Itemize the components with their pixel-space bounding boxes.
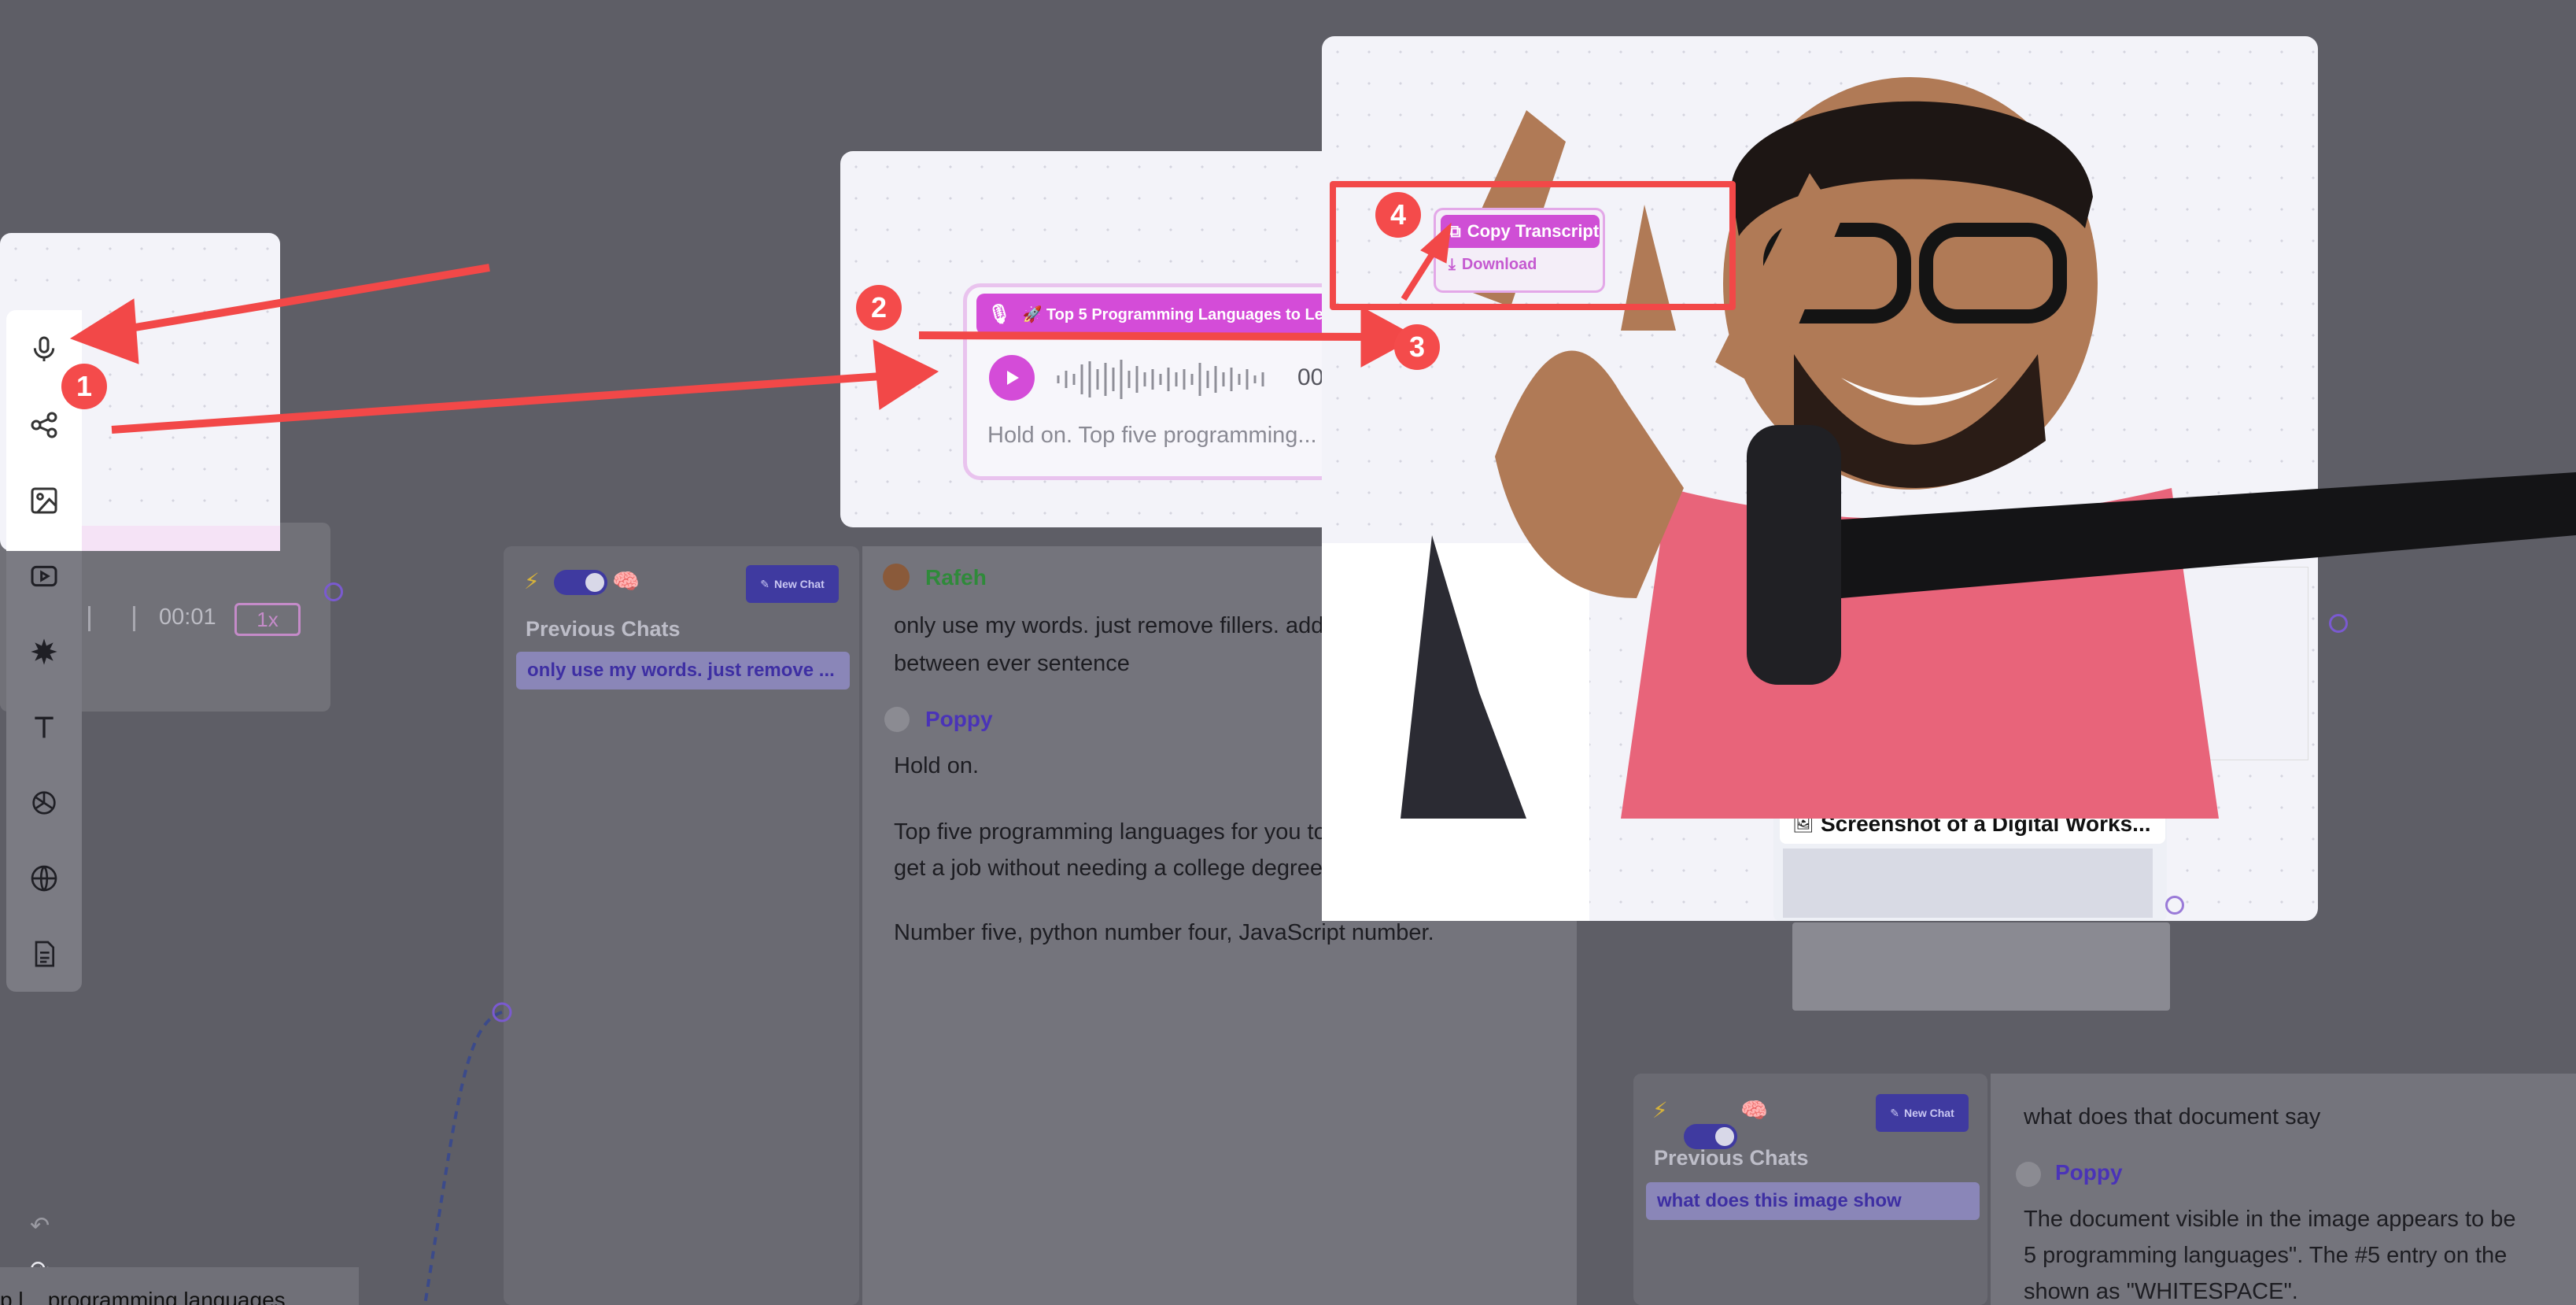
step-badge-4: 4 bbox=[1375, 192, 1421, 238]
step-badge-1: 1 bbox=[61, 364, 107, 409]
step-badge-2: 2 bbox=[856, 285, 902, 331]
step-badge-3: 3 bbox=[1394, 324, 1440, 370]
annotation-arrows bbox=[69, 222, 1452, 434]
